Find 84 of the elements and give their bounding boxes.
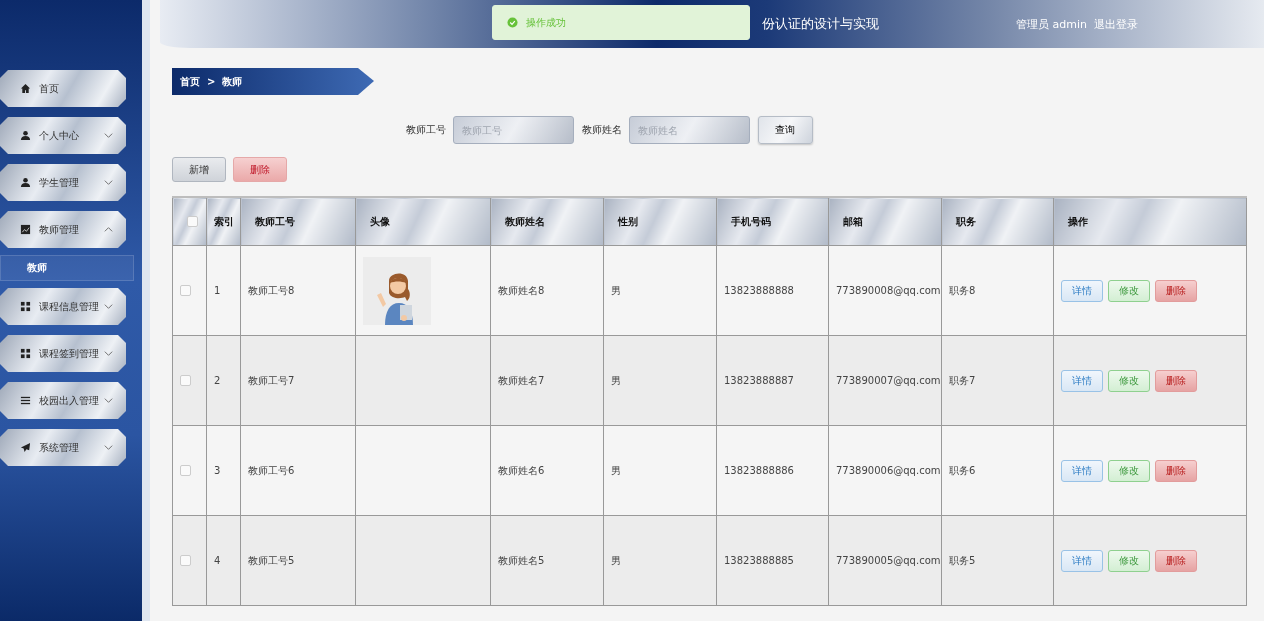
details-button[interactable]: 详情 bbox=[1061, 549, 1103, 572]
user-icon bbox=[20, 130, 31, 141]
field-label: 教师姓名 bbox=[581, 123, 622, 137]
submenu-item[interactable]: 教师 bbox=[0, 255, 134, 281]
chart-icon bbox=[20, 224, 31, 235]
delete-button[interactable]: 删除 bbox=[1155, 549, 1197, 572]
table-cell: 职务6 bbox=[949, 464, 976, 476]
column-header: 职务 bbox=[956, 215, 976, 227]
table-cell: 教师工号8 bbox=[248, 284, 295, 296]
table-cell: 职务7 bbox=[949, 374, 976, 386]
menu-item[interactable]: 个人中心 bbox=[0, 117, 126, 154]
table-cell: 男 bbox=[611, 554, 621, 566]
row-checkbox[interactable] bbox=[180, 465, 191, 477]
delete-button[interactable]: 删除 bbox=[1155, 459, 1197, 482]
delete-button[interactable]: 删除 bbox=[233, 157, 287, 182]
column-header: 操作 bbox=[1068, 215, 1088, 227]
delete-button[interactable]: 删除 bbox=[1155, 279, 1197, 302]
table-cell: 3 bbox=[214, 465, 221, 476]
table-cell: 职务5 bbox=[949, 554, 976, 566]
breadcrumb-separator: > bbox=[207, 76, 216, 87]
row-checkbox[interactable] bbox=[180, 375, 191, 387]
delete-button[interactable]: 删除 bbox=[1155, 369, 1197, 392]
table-cell: 教师姓名8 bbox=[498, 284, 545, 296]
column-header: 性别 bbox=[618, 215, 638, 227]
menu-item[interactable]: 课程信息管理 bbox=[0, 288, 126, 325]
menu-item[interactable]: 课程签到管理 bbox=[0, 335, 126, 372]
table-cell: 773890005@qq.com bbox=[836, 555, 941, 566]
field-label: 教师工号 bbox=[405, 123, 446, 137]
menu-item[interactable]: 校园出入管理 bbox=[0, 382, 126, 419]
grid-icon bbox=[20, 348, 31, 359]
toast-message: 操作成功 bbox=[526, 15, 566, 30]
home-icon bbox=[20, 83, 31, 94]
user-label: 管理员 admin bbox=[1016, 16, 1087, 32]
menu-item[interactable]: 系统管理 bbox=[0, 429, 126, 466]
table-cell: 13823888888 bbox=[724, 285, 794, 296]
table-cell: 教师姓名5 bbox=[498, 554, 545, 566]
details-button[interactable]: 详情 bbox=[1061, 459, 1103, 482]
table-cell: 男 bbox=[611, 284, 621, 296]
column-header: 头像 bbox=[370, 215, 390, 227]
table-cell: 13823888886 bbox=[724, 465, 794, 476]
table-cell: 男 bbox=[611, 374, 621, 386]
table-cell: 1 bbox=[214, 285, 221, 296]
edit-button[interactable]: 修改 bbox=[1108, 459, 1150, 482]
logout-link[interactable]: 退出登录 bbox=[1094, 16, 1138, 32]
menu-item[interactable]: 首页 bbox=[0, 70, 126, 107]
table-cell: 773890006@qq.com bbox=[836, 465, 941, 476]
user-icon bbox=[20, 177, 31, 188]
table-cell: 4 bbox=[214, 555, 221, 566]
list-icon bbox=[20, 395, 31, 406]
breadcrumb-item: 教师 bbox=[222, 74, 243, 89]
details-button[interactable]: 详情 bbox=[1061, 279, 1103, 302]
column-header: 教师工号 bbox=[255, 215, 295, 227]
add-button[interactable]: 新增 bbox=[172, 157, 226, 182]
table-cell: 2 bbox=[214, 375, 221, 386]
table-cell: 教师工号5 bbox=[248, 554, 295, 566]
table-cell: 13823888887 bbox=[724, 375, 794, 386]
edit-button[interactable]: 修改 bbox=[1108, 369, 1150, 392]
column-header: 邮箱 bbox=[843, 215, 863, 227]
row-checkbox[interactable] bbox=[180, 555, 191, 567]
paper-plane-icon bbox=[20, 442, 31, 453]
table-cell: 教师工号6 bbox=[248, 464, 295, 476]
menu-item[interactable]: 教师管理 bbox=[0, 211, 126, 248]
table-cell: 773890007@qq.com bbox=[836, 375, 941, 386]
column-header: 索引 bbox=[214, 215, 234, 227]
select-all-checkbox[interactable] bbox=[187, 216, 198, 228]
table-cell: 773890008@qq.com bbox=[836, 285, 941, 296]
table-cell: 教师姓名6 bbox=[498, 464, 545, 476]
table-cell: 教师工号7 bbox=[248, 374, 295, 386]
table-cell: 教师姓名7 bbox=[498, 374, 545, 386]
edit-button[interactable]: 修改 bbox=[1108, 549, 1150, 572]
menu-item[interactable]: 学生管理 bbox=[0, 164, 126, 201]
table-cell: 职务8 bbox=[949, 284, 976, 296]
column-header: 手机号码 bbox=[731, 215, 771, 227]
edit-button[interactable]: 修改 bbox=[1108, 279, 1150, 302]
grid-icon bbox=[20, 301, 31, 312]
table-cell: 男 bbox=[611, 464, 621, 476]
search-button[interactable]: 查询 bbox=[757, 116, 813, 144]
details-button[interactable]: 详情 bbox=[1061, 369, 1103, 392]
table-cell: 13823888885 bbox=[724, 555, 794, 566]
breadcrumb-item[interactable]: 首页 bbox=[180, 74, 200, 89]
app-title: 份认证的设计与实现 bbox=[762, 15, 879, 33]
column-header: 教师姓名 bbox=[505, 215, 545, 227]
success-icon bbox=[507, 17, 518, 28]
row-checkbox[interactable] bbox=[180, 285, 191, 297]
